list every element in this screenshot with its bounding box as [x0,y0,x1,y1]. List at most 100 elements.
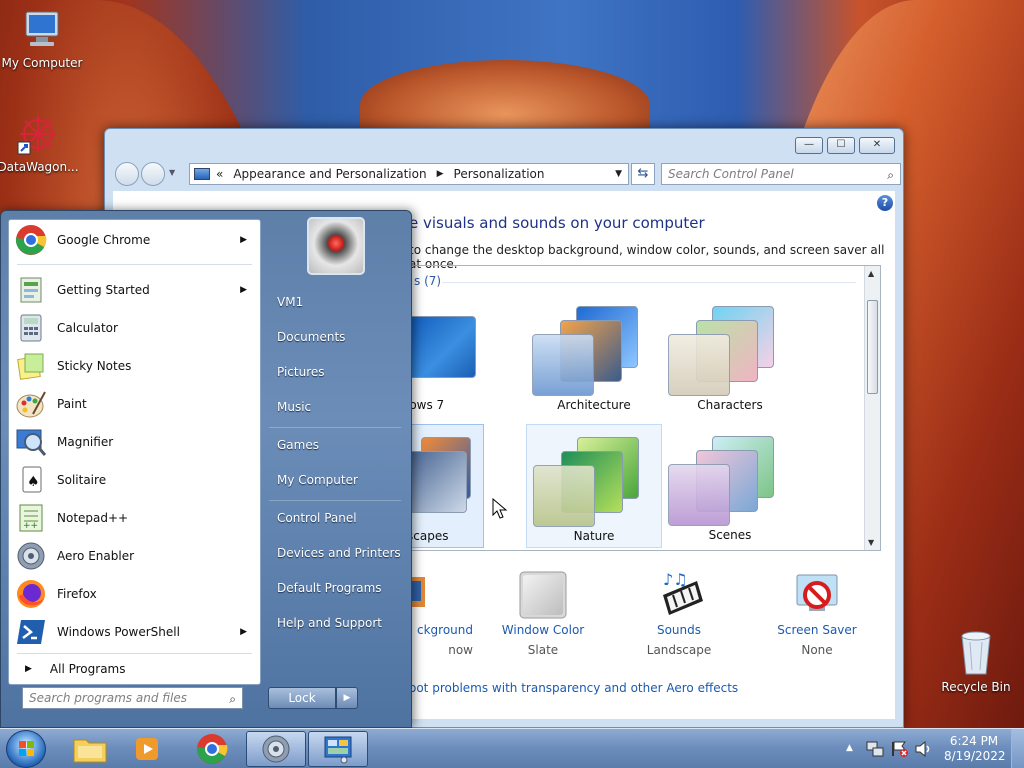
places-control-panel[interactable]: Control Panel [277,511,357,525]
clock-time: 6:24 PM [949,734,999,748]
places-default-programs[interactable]: Default Programs [277,581,382,595]
program-paint[interactable]: Paint [11,386,259,422]
all-programs-button[interactable]: ▶ All Programs [11,652,259,686]
theme-windows-7[interactable]: lows 7 [410,294,542,418]
taskbar-aero-enabler[interactable] [246,731,306,767]
theme-preview-card [532,334,594,396]
breadcrumb-personalization[interactable]: Personalization [454,167,545,181]
theme-characters[interactable]: Characters [662,294,798,418]
show-hidden-icons-button[interactable]: ▲ [846,743,853,753]
start-search-input[interactable]: Search programs and files ⌕ [22,687,243,709]
theme-name: Scenes [708,528,752,542]
program-aero-enabler[interactable]: Aero Enabler [11,538,259,574]
desktop-icon-label: Recycle Bin [941,680,1011,694]
start-menu: Google Chrome ▶ Getting Started ▶ Calcul… [0,210,412,728]
svg-text:♠: ♠ [27,474,40,490]
desktop-icon-my-computer[interactable]: My Computer [0,8,84,70]
program-label: Sticky Notes [57,359,132,373]
themes-list[interactable]: s (7) lows 7 Architecture Characters sca… [409,265,881,551]
shutdown-options-arrow-icon[interactable]: ▶ [336,687,358,709]
program-magnifier[interactable]: Magnifier [11,424,259,460]
address-overflow[interactable]: « [216,167,223,181]
places-documents[interactable]: Documents [277,330,345,344]
address-bar[interactable]: « Appearance and Personalization ▶ Perso… [189,163,629,185]
theme-preview [668,302,792,396]
mouse-cursor-icon [492,498,508,519]
lock-button[interactable]: Lock [268,687,336,709]
programs-pane: Google Chrome ▶ Getting Started ▶ Calcul… [8,219,261,685]
taskbar-explorer[interactable] [60,731,120,767]
close-button[interactable]: ✕ [859,137,895,154]
program-label: Paint [57,397,87,411]
places-devices-and-printers[interactable]: Devices and Printers [277,546,401,560]
system-clock[interactable]: 6:24 PM 8/19/2022 [944,734,1006,764]
window-color-setting[interactable]: Window Color Slate [483,571,603,657]
show-desktop-button[interactable] [1011,729,1024,768]
places-user-folder[interactable]: VM1 [277,295,303,309]
window-color-icon [519,571,567,619]
theme-landscapes[interactable]: scapes [410,424,484,548]
program-solitaire[interactable]: ♠ Solitaire [11,462,259,498]
address-dropdown-icon[interactable]: ▼ [615,169,622,179]
forward-button[interactable] [141,162,165,186]
setting-value: None [801,643,833,657]
screen-saver-setting[interactable]: Screen Saver None [757,571,877,657]
sounds-setting[interactable]: ♪♫ Sounds Landscape [619,571,739,657]
recent-pages-dropdown-icon[interactable]: ▼ [169,168,175,177]
solitaire-icon: ♠ [22,466,42,493]
search-icon: ⌕ [229,692,236,706]
control-panel-icon [324,736,352,764]
refresh-button[interactable]: ⇆ [631,163,655,185]
divider [269,500,401,501]
action-center-icon[interactable] [891,740,909,758]
theme-preview [533,433,657,527]
help-icon[interactable]: ? [877,195,893,211]
places-music[interactable]: Music [277,400,311,414]
scroll-down-icon[interactable]: ▼ [868,538,874,547]
places-pictures[interactable]: Pictures [277,365,325,379]
program-sticky-notes[interactable]: Sticky Notes [11,348,259,384]
breadcrumb-appearance[interactable]: Appearance and Personalization [233,167,426,181]
chrome-icon [15,225,47,255]
breadcrumb-chevron-icon[interactable]: ▶ [437,169,444,179]
theme-nature[interactable]: Nature [526,424,662,548]
sticky-notes-icon [17,353,44,380]
desktop-icon-datawagon[interactable]: DataWagon... [0,112,80,174]
search-control-panel-input[interactable]: Search Control Panel ⌕ [661,163,901,185]
troubleshoot-link[interactable]: oot problems with transparency and other… [409,681,738,695]
desktop-icon-recycle-bin[interactable]: Recycle Bin [934,630,1018,694]
notepad-plus-plus-icon: ++ [19,504,43,532]
program-label: Windows PowerShell [57,625,180,639]
program-getting-started[interactable]: Getting Started ▶ [11,272,259,308]
taskbar-chrome[interactable] [182,731,242,767]
taskbar: ▲ 6:24 PM 8/19/2022 [0,728,1024,768]
program-calculator[interactable]: Calculator [11,310,259,346]
program-notepad-plus-plus[interactable]: ++ Notepad++ [11,500,259,536]
theme-name: Characters [697,398,763,412]
taskbar-control-panel[interactable] [308,731,368,767]
scrollbar-thumb[interactable] [867,300,878,394]
minimize-button[interactable]: — [795,137,823,154]
maximize-button[interactable]: ☐ [827,137,855,154]
scroll-up-icon[interactable]: ▲ [868,269,874,278]
theme-architecture[interactable]: Architecture [526,294,662,418]
volume-icon[interactable] [914,740,932,758]
program-label: Notepad++ [57,511,129,525]
back-button[interactable] [115,162,139,186]
places-help-and-support[interactable]: Help and Support [277,616,382,630]
program-google-chrome[interactable]: Google Chrome ▶ [11,222,259,258]
theme-scenes[interactable]: Scenes [662,424,798,548]
svg-text:++: ++ [23,521,38,531]
program-label: Magnifier [57,435,114,449]
program-windows-powershell[interactable]: Windows PowerShell ▶ [11,614,259,650]
navigation-bar: ▼ « Appearance and Personalization ▶ Per… [113,162,901,188]
program-firefox[interactable]: Firefox [11,576,259,612]
network-icon[interactable] [866,740,884,758]
places-my-computer[interactable]: My Computer [277,473,358,487]
places-games[interactable]: Games [277,438,319,452]
setting-label: Window Color [501,623,585,637]
taskbar-media-player[interactable] [118,731,178,767]
start-button[interactable] [6,730,46,768]
user-avatar[interactable] [307,217,365,275]
themes-scrollbar[interactable]: ▲ ▼ [864,266,880,550]
